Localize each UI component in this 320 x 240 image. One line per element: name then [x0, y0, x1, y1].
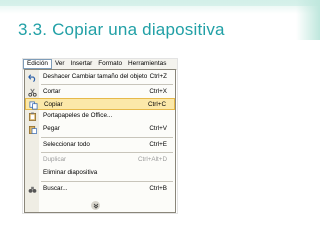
menu-item-office-clipboard[interactable]: Portapapeles de Office... [25, 110, 175, 122]
menu-item-cut[interactable]: Cortar Ctrl+X [25, 86, 175, 98]
menu-item-label: Portapapeles de Office... [43, 112, 113, 119]
paste-icon [27, 124, 37, 134]
menu-item-delete-slide[interactable]: Eliminar diapositiva [25, 167, 175, 179]
menu-item-shortcut: Ctrl+V [149, 125, 167, 132]
menubar-item-herramientas[interactable]: Herramientas [125, 59, 169, 69]
menubar-item-edicion[interactable]: Edición [23, 59, 52, 69]
menubar-item-formato[interactable]: Formato [95, 59, 125, 69]
menu-item-label: Cortar [43, 88, 61, 95]
menu-item-select-all[interactable]: Seleccionar todo Ctrl+E [25, 139, 175, 151]
slide-top-band [0, 0, 320, 6]
menu-item-shortcut: Ctrl+Z [149, 73, 167, 80]
menu-separator [41, 84, 173, 85]
menu-item-label: Duplicar [43, 156, 67, 163]
menu-item-label: Eliminar diapositiva [43, 169, 98, 176]
menu-item-label: Pegar [43, 125, 60, 132]
menu-item-label: Deshacer Cambiar tamaño del objeto [43, 73, 148, 80]
menu-separator [41, 181, 173, 182]
clipboard-icon [27, 111, 37, 121]
menu-item-paste[interactable]: Pegar Ctrl+V [25, 123, 175, 135]
menu-item-undo[interactable]: Deshacer Cambiar tamaño del objeto Ctrl+… [25, 71, 175, 83]
menu-item-shortcut: Ctrl+E [149, 141, 167, 148]
menu-item-shortcut: Ctrl+Alt+D [137, 156, 167, 163]
binoculars-icon [27, 184, 37, 194]
slide-corner-decoration [296, 0, 320, 40]
menu-item-find[interactable]: Buscar... Ctrl+B [25, 183, 175, 195]
menu-item-label: Seleccionar todo [43, 141, 90, 148]
slide-title: 3.3. Copiar una diapositiva [18, 20, 225, 39]
menubar-item-ver[interactable]: Ver [52, 59, 68, 69]
menu-separator [41, 152, 173, 153]
copy-icon [28, 100, 38, 110]
undo-icon [27, 72, 37, 82]
menubar-item-insertar[interactable]: Insertar [68, 59, 96, 69]
menu-item-shortcut: Ctrl+B [149, 185, 167, 192]
menu-screenshot: Edición Ver Insertar Formato Herramienta… [22, 58, 178, 214]
edit-menu: Deshacer Cambiar tamaño del objeto Ctrl+… [24, 69, 176, 213]
expand-more-icon[interactable] [91, 201, 100, 210]
menu-item-duplicate[interactable]: Duplicar Ctrl+Alt+D [25, 154, 175, 166]
menu-item-shortcut: Ctrl+X [149, 88, 167, 95]
menu-item-label: Buscar... [43, 185, 68, 192]
scissors-icon [27, 87, 37, 97]
menu-item-copy[interactable]: Copiar Ctrl+C [25, 98, 175, 110]
menu-separator [41, 137, 173, 138]
